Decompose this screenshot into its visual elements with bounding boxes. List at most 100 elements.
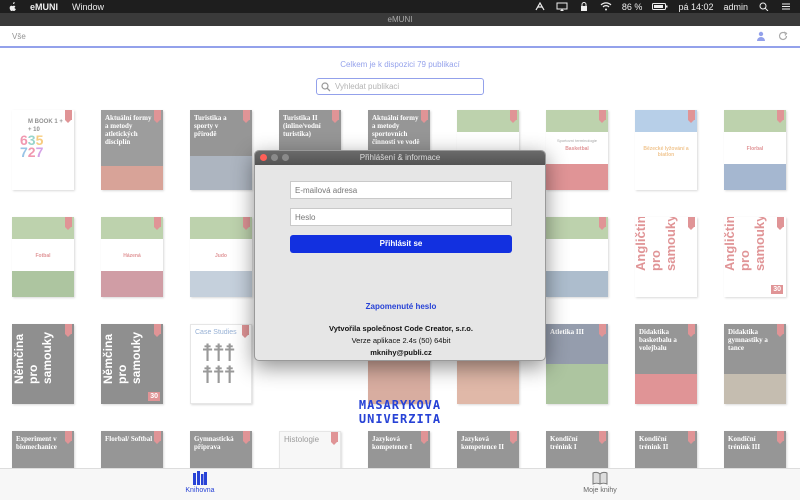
lock-icon[interactable] <box>578 2 590 11</box>
book-cover[interactable]: Fotbal <box>12 217 74 297</box>
bookmark-icon[interactable] <box>332 110 339 123</box>
cover-photo <box>190 156 252 190</box>
book-cover[interactable]: Florbal/ Softbal <box>101 431 163 468</box>
book-cover[interactable]: Jazyková kompetence I <box>368 431 430 468</box>
forgot-password-link[interactable]: Zapomenuté heslo <box>255 302 545 311</box>
book-cover[interactable]: Turistika a sporty v přírodě <box>190 110 252 190</box>
bookmark-icon[interactable] <box>688 431 695 444</box>
university-logo-line1: MASARYKOVA <box>358 398 442 412</box>
bookmark-icon[interactable] <box>154 217 161 230</box>
book-title: Florbal <box>746 146 764 152</box>
book-title: Házená <box>123 253 141 259</box>
minimize-button[interactable] <box>271 154 278 161</box>
bookmark-icon[interactable] <box>777 217 784 230</box>
refresh-icon[interactable] <box>778 31 788 41</box>
book-cover[interactable]: Florbal <box>724 110 786 190</box>
bookmark-icon[interactable] <box>65 431 72 444</box>
bookmark-icon[interactable] <box>688 217 695 230</box>
bookmark-icon[interactable] <box>331 432 338 445</box>
bookmark-icon[interactable] <box>688 110 695 123</box>
book-cover[interactable]: Aktuální formy a metody atletických disc… <box>101 110 163 190</box>
bookmark-icon[interactable] <box>599 217 606 230</box>
search-box[interactable] <box>316 78 484 95</box>
bookmark-icon[interactable] <box>599 110 606 123</box>
bookmark-icon[interactable] <box>777 431 784 444</box>
book-cover[interactable]: Kondiční trénink I <box>546 431 608 468</box>
bookmark-icon[interactable] <box>688 324 695 337</box>
bookmark-icon[interactable] <box>243 431 250 444</box>
book-title: Němčina pro samouky <box>12 331 54 384</box>
book-cover[interactable]: Didaktika gymnastiky a tance <box>724 324 786 404</box>
apple-icon[interactable] <box>8 1 18 12</box>
search-input[interactable] <box>335 82 475 91</box>
clock[interactable]: pá 14:02 <box>678 2 713 12</box>
bookmark-icon[interactable] <box>65 217 72 230</box>
book-cover[interactable]: Němčina pro samouky <box>12 324 74 404</box>
bookmark-icon[interactable] <box>510 110 517 123</box>
bookmark-icon[interactable] <box>510 431 517 444</box>
book-title: Angličtina pro samouky <box>635 217 678 271</box>
book-title: Angličtina pro samouky <box>724 217 767 271</box>
tab-my-books[interactable]: Moje knihy <box>560 471 640 494</box>
bookmark-icon[interactable] <box>243 217 250 230</box>
login-dialog: Přihlášení & informace Přihlásit se Zapo… <box>254 150 546 361</box>
book-cover[interactable]: M BOOK 1 + + 10 635 727 <box>12 110 74 190</box>
book-cover[interactable]: Němčina pro samouky 30 <box>101 324 163 404</box>
bookmark-icon[interactable] <box>154 110 161 123</box>
bookmark-icon[interactable] <box>421 431 428 444</box>
book-cover[interactable]: Jazyková kompetence II <box>457 431 519 468</box>
book-cover[interactable]: Házená <box>101 217 163 297</box>
book-cover[interactable]: Histologie <box>279 431 341 468</box>
bookmark-icon[interactable] <box>777 110 784 123</box>
bookmark-icon[interactable] <box>777 324 784 337</box>
battery-icon[interactable] <box>652 2 668 11</box>
bookmark-icon[interactable] <box>243 110 250 123</box>
bookmark-icon[interactable] <box>154 324 161 337</box>
wifi-icon[interactable] <box>600 2 612 11</box>
bookmark-icon[interactable] <box>421 110 428 123</box>
bookmark-icon[interactable] <box>65 110 72 123</box>
book-cover[interactable]: Kondiční trénink III <box>724 431 786 468</box>
display-icon[interactable] <box>556 2 568 11</box>
book-cover[interactable]: Sportovní terminologie Basketbal <box>546 110 608 190</box>
book-cover[interactable]: Case Studies ☨☨☨ ☨☨☨ <box>190 324 252 404</box>
bookmark-icon[interactable] <box>242 325 249 338</box>
book-cover[interactable]: Angličtina pro samouky <box>635 217 697 297</box>
book-cover[interactable]: Gymnastická příprava <box>190 431 252 468</box>
book-title: Turistika a sporty v přírodě <box>194 114 227 138</box>
bookmark-icon[interactable] <box>154 431 161 444</box>
cover-photo <box>546 164 608 190</box>
volume-badge: 30 <box>771 285 783 294</box>
search-icon[interactable] <box>758 2 770 11</box>
book-cover[interactable]: Judo <box>190 217 252 297</box>
share-icon[interactable] <box>534 2 546 11</box>
math-illustration: 635 727 <box>20 132 44 160</box>
bookmark-icon[interactable] <box>599 431 606 444</box>
tab-library[interactable]: Knihovna <box>160 471 240 494</box>
book-title: Aktuální formy a metody sportovních činn… <box>372 114 420 146</box>
filter-all-button[interactable]: Vše <box>12 32 26 41</box>
book-cover[interactable]: Atletika III <box>546 324 608 404</box>
close-button[interactable] <box>260 154 267 161</box>
book-cover[interactable]: Bězecké lyžování a biatlon <box>635 110 697 190</box>
bookmark-icon[interactable] <box>65 324 72 337</box>
list-menu-icon[interactable] <box>780 2 792 11</box>
bookmark-icon[interactable] <box>599 324 606 337</box>
cover-photo <box>101 271 163 297</box>
book-title: Jazyková kompetence II <box>461 435 504 451</box>
book-cover[interactable]: Didaktika basketbalu a volejbalu <box>635 324 697 404</box>
window-menu[interactable]: Window <box>72 2 104 12</box>
app-menu[interactable]: eMUNI <box>30 2 58 12</box>
user-icon[interactable] <box>756 31 766 41</box>
user-menu[interactable]: admin <box>723 2 748 12</box>
zoom-button[interactable] <box>282 154 289 161</box>
book-title: Kondiční trénink I <box>550 435 578 451</box>
email-field[interactable] <box>290 181 512 199</box>
password-field[interactable] <box>290 208 512 226</box>
login-button[interactable]: Přihlásit se <box>290 235 512 253</box>
book-cover[interactable] <box>546 217 608 297</box>
book-cover[interactable]: Angličtina pro samouky 30 <box>724 217 786 297</box>
cover-photo <box>546 364 608 404</box>
book-cover[interactable]: Experiment v biomechanice <box>12 431 74 468</box>
book-cover[interactable]: Kondiční trénink II <box>635 431 697 468</box>
